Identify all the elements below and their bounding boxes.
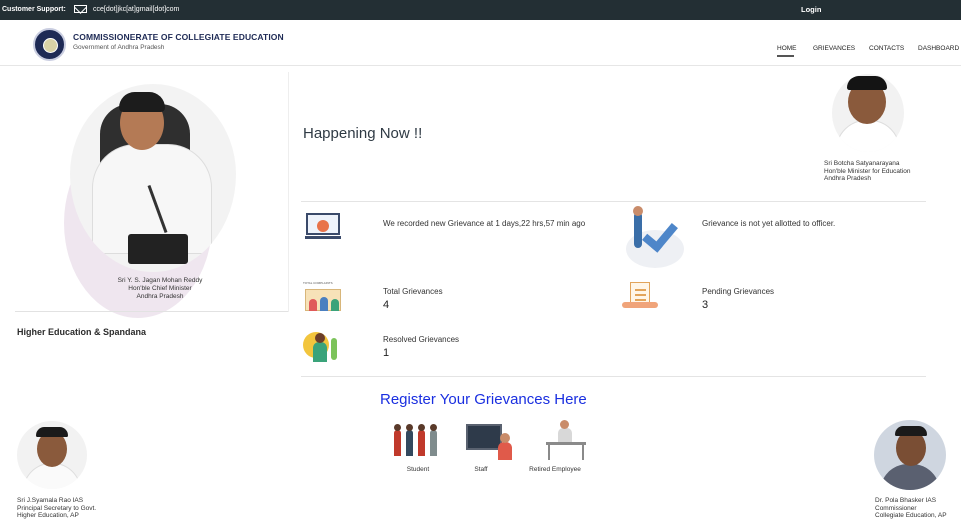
higher-education-title: Higher Education & Spandana	[17, 327, 147, 337]
checkmark-icon	[622, 206, 684, 268]
commissioner-role: Commissioner	[875, 504, 917, 512]
nav-home[interactable]: HOME	[777, 45, 797, 52]
nav-contacts[interactable]: CONTACTS	[869, 45, 904, 52]
happening-now-heading: Happening Now !!	[303, 125, 423, 142]
minister-role: Hon'ble Minister for Education	[824, 167, 911, 175]
commissioner-caption: Dr. Pola Bhasker IAS Commissioner Colleg…	[875, 497, 947, 520]
left-divider	[15, 311, 288, 312]
government-logo[interactable]	[33, 28, 66, 61]
register-student-option[interactable]	[392, 424, 442, 460]
customer-support-label: Customer Support:	[2, 6, 66, 13]
secretary-role: Principal Secretary to Govt.	[17, 504, 97, 512]
total-complaints-icon-label: TOTAL COMPLAINTS	[303, 281, 333, 285]
register-retired-option[interactable]	[546, 420, 588, 462]
site-subtitle: Government of Andhra Pradesh	[73, 44, 165, 51]
cm-name: Sri Y. S. Jagan Mohan Reddy	[117, 277, 203, 284]
cm-state: Andhra Pradesh	[136, 293, 184, 300]
laptop-user-icon	[305, 210, 341, 240]
minister-state: Andhra Pradesh	[824, 175, 871, 182]
nav-grievances[interactable]: GRIEVANCES	[813, 45, 855, 52]
principal-secretary-caption: Sri J.Syamala Rao IAS Principal Secretar…	[17, 497, 96, 520]
site-header: COMMISSIONERATE OF COLLEGIATE EDUCATION …	[0, 20, 961, 66]
pending-grievances-count: 3	[702, 299, 709, 311]
education-minister-photo	[832, 74, 904, 152]
support-email[interactable]: cce[dot]jkc[at]gmail[dot]com	[93, 6, 179, 13]
retired-employee-label[interactable]: Retired Employee	[522, 466, 588, 473]
chief-minister-photo	[40, 78, 236, 318]
cm-role: Hon'ble Chief Minister	[128, 285, 192, 292]
students-icon	[394, 424, 401, 456]
site-title: COMMISSIONERATE OF COLLEGIATE EDUCATION	[73, 32, 284, 42]
total-grievances-count: 4	[383, 299, 390, 311]
top-bar: Customer Support: cce[dot]jkc[at]gmail[d…	[0, 0, 961, 20]
total-complaints-icon: TOTAL COMPLAINTS	[303, 281, 343, 313]
minister-name: Sri Botcha Satyanarayana	[824, 160, 900, 167]
commissioner-name: Dr. Pola Bhasker IAS	[875, 497, 937, 504]
divider-bottom	[301, 376, 926, 377]
divider-top	[301, 201, 926, 202]
staff-label[interactable]: Staff	[466, 466, 496, 473]
resolved-person-icon	[303, 330, 343, 364]
resolved-grievances-label: Resolved Grievances	[383, 335, 460, 344]
secretary-dept: Higher Education, AP	[17, 512, 79, 519]
nav-dashboard[interactable]: DASHBOARD	[918, 45, 959, 52]
staff-teacher-icon	[466, 424, 502, 450]
login-link[interactable]: Login	[801, 5, 821, 14]
secretary-name: Sri J.Syamala Rao IAS	[17, 497, 84, 504]
mail-icon	[74, 5, 87, 13]
recorded-grievance-text: We recorded new Grievance at 1 days,22 h…	[383, 219, 586, 228]
student-label[interactable]: Student	[398, 466, 438, 473]
commissioner-photo	[874, 420, 946, 490]
active-nav-indicator	[777, 55, 794, 57]
commissioner-dept: Collegiate Education, AP	[875, 512, 947, 519]
principal-secretary-photo	[17, 421, 87, 489]
chief-minister-caption: Sri Y. S. Jagan Mohan Reddy Hon'ble Chie…	[60, 277, 260, 301]
not-allotted-text: Grievance is not yet allotted to officer…	[702, 219, 836, 228]
register-grievances-link[interactable]: Register Your Grievances Here	[380, 391, 587, 408]
resolved-grievances-count: 1	[383, 347, 390, 359]
register-staff-option[interactable]	[466, 422, 518, 462]
education-minister-caption: Sri Botcha Satyanarayana Hon'ble Ministe…	[824, 160, 911, 183]
pending-document-icon	[620, 280, 660, 312]
pending-grievances-label: Pending Grievances	[702, 287, 775, 296]
total-grievances-label: Total Grievances	[383, 287, 443, 296]
column-divider	[288, 72, 289, 312]
